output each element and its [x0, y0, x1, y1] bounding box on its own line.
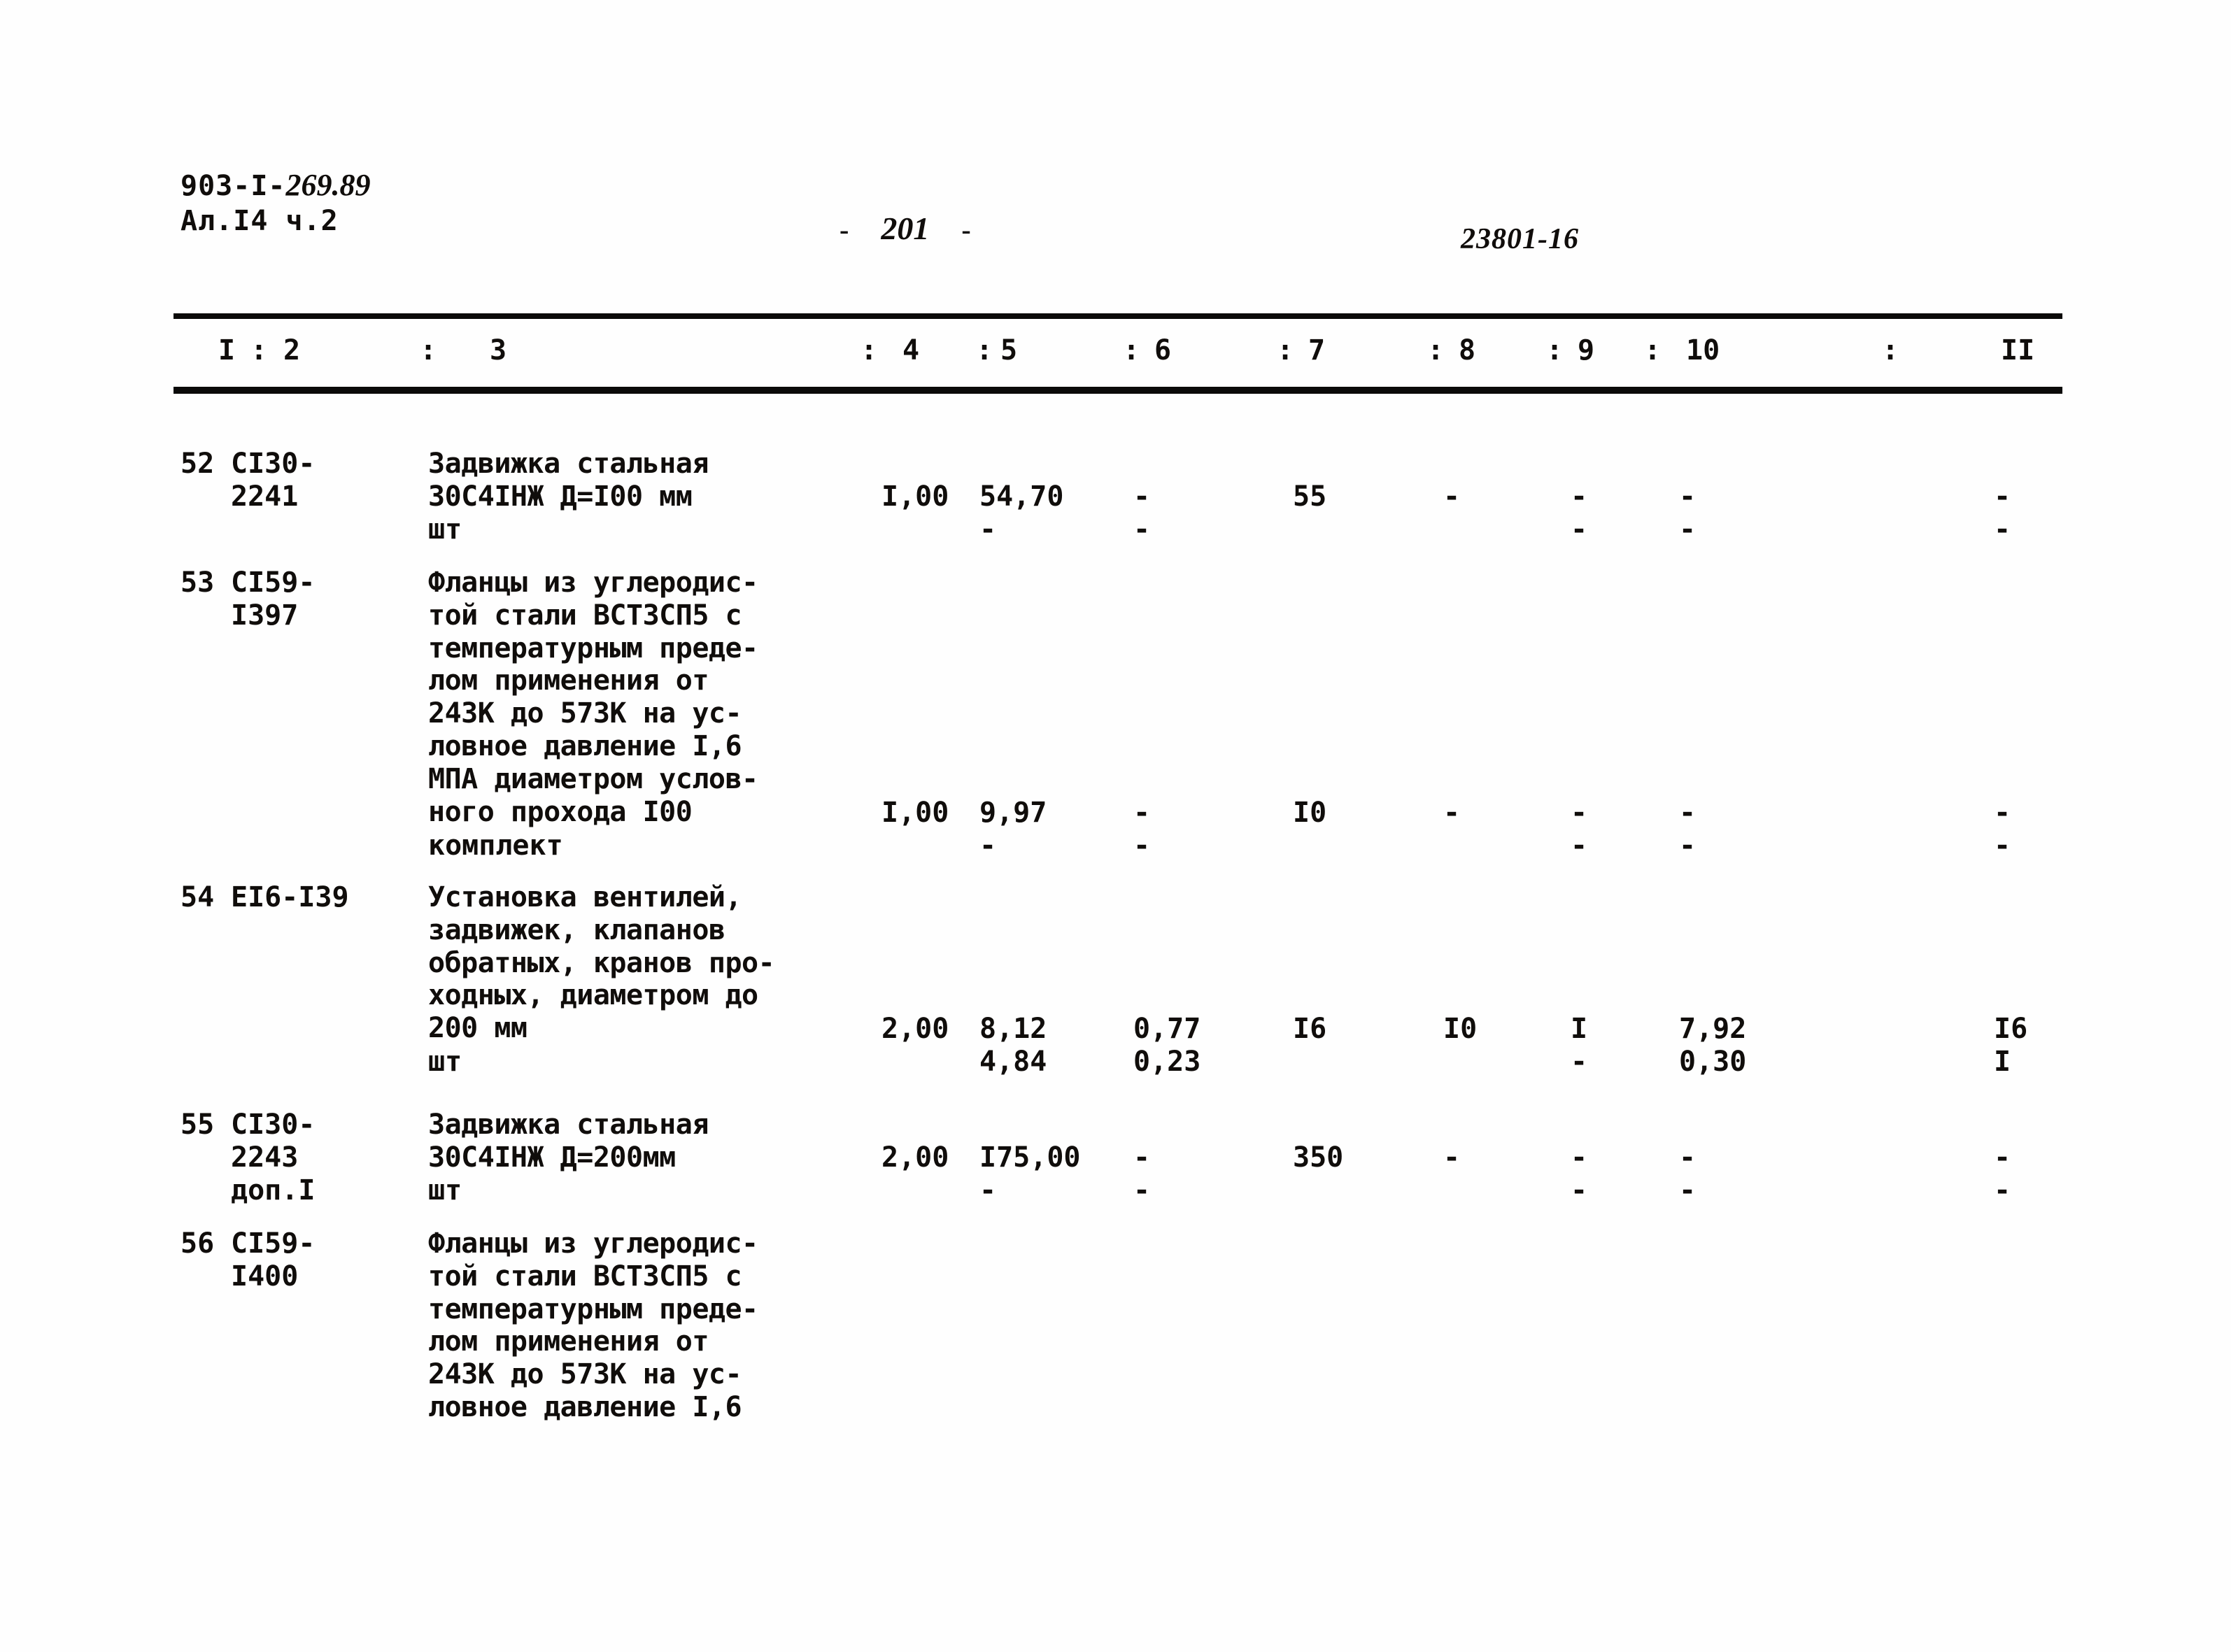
cell-value-col7: I6	[1293, 1013, 1327, 1045]
cell-value-col9: - -	[1571, 1141, 1588, 1206]
page-dash-left: -	[840, 214, 849, 245]
column-header-9: 9	[1578, 334, 1595, 366]
column-header-I: I	[218, 334, 236, 366]
column-header-10: 10	[1686, 334, 1720, 366]
row-item-code: CI30- 2243 доп.I	[231, 1109, 316, 1206]
row-item-code: EI6-I39	[231, 881, 349, 913]
cell-value-col8: -	[1443, 797, 1461, 829]
column-separator: :	[1123, 334, 1140, 366]
row-unit: шт	[428, 513, 462, 546]
row-description: Фланцы из углеродис- той стали ВСТ3СП5 с…	[428, 567, 758, 828]
row-number: 56	[180, 1227, 215, 1260]
cell-value-col8: -	[1443, 1141, 1461, 1174]
column-separator: :	[976, 334, 993, 366]
page-number: -201-	[840, 210, 971, 247]
page-dash-right: -	[961, 214, 971, 245]
cell-value-col11: - -	[1994, 797, 2011, 862]
cell-value-col9: - -	[1571, 480, 1588, 546]
column-separator: :	[1882, 334, 1899, 366]
document-code: 903-I-269.89 Ал.I4 ч.2	[180, 166, 371, 238]
column-header-2: 2	[283, 334, 301, 366]
cell-value-col4: I,00	[881, 797, 949, 829]
row-description: Фланцы из углеродис- той стали ВСТ3СП5 с…	[428, 1227, 758, 1423]
cell-value-col11: - -	[1994, 1141, 2011, 1206]
column-header-4: 4	[902, 334, 920, 366]
cell-value-col7: I0	[1293, 797, 1327, 829]
row-unit: шт	[428, 1046, 462, 1078]
cell-value-col9: - -	[1571, 797, 1588, 862]
column-header-II: II	[2001, 334, 2035, 366]
cell-value-col11: - -	[1994, 480, 2011, 546]
column-separator: :	[1546, 334, 1564, 366]
cell-value-col6: - -	[1133, 1141, 1151, 1206]
column-header-5: 5	[1000, 334, 1018, 366]
cell-value-col10: - -	[1679, 480, 1697, 546]
column-separator: :	[1277, 334, 1294, 366]
row-item-code: CI59- I397	[231, 567, 316, 632]
cell-value-col7: 55	[1293, 480, 1327, 513]
column-separator: :	[860, 334, 878, 366]
row-unit: комплект	[428, 829, 563, 862]
page-number-value: 201	[881, 211, 930, 246]
sheet-code: 23801-16	[1461, 223, 1579, 255]
cell-value-col11: I6 I	[1994, 1013, 2028, 1078]
cell-value-col6: - -	[1133, 480, 1151, 546]
column-separator: :	[250, 334, 268, 366]
cell-value-col5: 8,12 4,84	[979, 1013, 1047, 1078]
cell-value-col4: 2,00	[881, 1013, 949, 1045]
sheet-label: Ал.I4 ч.2	[180, 204, 339, 237]
cell-value-col10: - -	[1679, 1141, 1697, 1206]
cell-value-col9: I -	[1571, 1013, 1588, 1078]
document-code-printed: 903-I-	[180, 170, 286, 202]
column-header-7: 7	[1308, 334, 1326, 366]
column-separator: :	[420, 334, 437, 366]
row-unit: шт	[428, 1174, 462, 1206]
cell-value-col6: 0,77 0,23	[1133, 1013, 1201, 1078]
row-item-code: CI30- 2241	[231, 448, 316, 513]
row-number: 54	[180, 881, 215, 913]
table-top-rule	[173, 313, 2062, 319]
column-header-8: 8	[1459, 334, 1476, 366]
cell-value-col8: I0	[1443, 1013, 1478, 1045]
table-header-bottom-rule	[173, 387, 2062, 394]
cell-value-col7: 350	[1293, 1141, 1344, 1174]
column-separator: :	[1427, 334, 1445, 366]
column-separator: :	[1644, 334, 1662, 366]
document-code-handwritten: 269.89	[285, 168, 371, 202]
cell-value-col5: 54,70 -	[979, 480, 1064, 546]
row-description: Задвижка стальная 30С4IНЖ Д=200мм	[428, 1109, 709, 1174]
cell-value-col10: 7,92 0,30	[1679, 1013, 1747, 1078]
column-header-3: 3	[490, 334, 507, 366]
cell-value-col4: 2,00	[881, 1141, 949, 1174]
row-description: Задвижка стальная 30С4IНЖ Д=I00 мм	[428, 448, 709, 513]
cell-value-col5: 9,97 -	[979, 797, 1047, 862]
row-number: 55	[180, 1109, 215, 1141]
row-item-code: CI59- I400	[231, 1227, 316, 1293]
cell-value-col6: - -	[1133, 797, 1151, 862]
column-header-6: 6	[1154, 334, 1172, 366]
cell-value-col4: I,00	[881, 480, 949, 513]
cell-value-col5: I75,00 -	[979, 1141, 1081, 1206]
row-description: Установка вентилей, задвижек, клапанов о…	[428, 881, 775, 1045]
row-number: 53	[180, 567, 215, 599]
cell-value-col8: -	[1443, 480, 1461, 513]
row-number: 52	[180, 448, 215, 480]
cell-value-col10: - -	[1679, 797, 1697, 862]
scanned-page: 903-I-269.89 Ал.I4 ч.2 -201- 23801-16 I23…	[0, 0, 2231, 1652]
